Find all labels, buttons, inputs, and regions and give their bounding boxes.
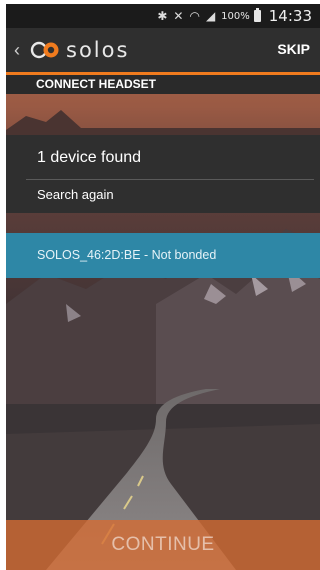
solos-logo: solos: [30, 38, 129, 62]
skip-button[interactable]: SKIP: [277, 41, 310, 57]
status-time: 14:33: [268, 7, 312, 25]
devices-found-count: 1 device found: [37, 149, 142, 166]
divider: [26, 179, 314, 180]
battery-icon: [253, 8, 261, 22]
continue-button[interactable]: CONTINUE: [6, 520, 320, 570]
search-results-panel: 1 device found Search again: [6, 135, 320, 213]
section-title: CONNECT HEADSET: [6, 75, 320, 94]
device-list-item[interactable]: SOLOS_46:2D:BE - Not bonded: [6, 233, 320, 278]
app-bar: ‹ solos SKIP: [6, 28, 320, 72]
search-again-button[interactable]: Search again: [37, 187, 114, 202]
signal-icon: ◢: [205, 9, 216, 23]
logo-text: solos: [66, 38, 130, 62]
wifi-icon: ◠: [189, 9, 200, 23]
bluetooth-icon: ✱: [157, 9, 168, 23]
phone-screen: ✱ ✕ ◠ ◢ 100% 14:33 ‹ solos SKIP CONNECT …: [6, 4, 320, 570]
back-chevron-icon[interactable]: ‹: [14, 40, 28, 61]
device-label: SOLOS_46:2D:BE - Not bonded: [37, 248, 217, 262]
status-bar: ✱ ✕ ◠ ◢ 100% 14:33: [6, 4, 320, 28]
mute-icon: ✕: [173, 9, 184, 23]
solos-logo-icon: [30, 41, 59, 59]
battery-percent: 100%: [221, 10, 250, 22]
